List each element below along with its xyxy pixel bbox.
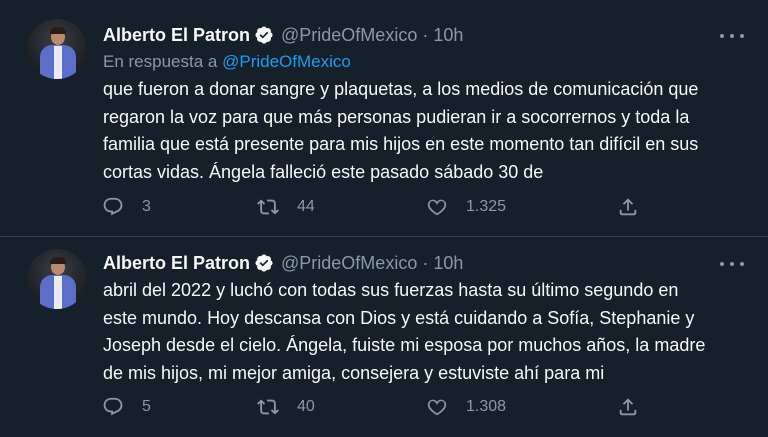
share-icon [619,198,637,216]
reply-context: En respuesta a @PrideOfMexico [103,52,351,72]
retweet-icon [257,399,279,415]
reply-button[interactable]: 5 [102,394,151,420]
tweet-text-line: de mis hijos, mi mejor amiga, consejera … [103,362,605,383]
tweet-text: abril del 2022 y luchó con todas sus fue… [103,277,743,387]
reply-count: 3 [142,198,151,215]
heart-icon [427,199,447,216]
separator: · [422,24,429,45]
reply-mention-link[interactable]: @PrideOfMexico [222,52,351,71]
tweet-text-line: que fueron a donar sangre y plaquetas, a… [103,79,699,99]
retweet-icon [257,199,279,215]
reply-icon [103,197,123,216]
reply-button[interactable]: 3 [102,194,151,220]
tweet-header: Alberto El Patron @PrideOfMexico · 10h [103,251,463,275]
like-button[interactable]: 1.308 [426,394,506,420]
avatar[interactable] [27,19,87,79]
tweet-text: que fueron a donar sangre y plaquetas, a… [103,76,743,186]
retweet-count: 44 [297,198,315,215]
more-icon[interactable] [720,29,744,43]
verified-badge-icon [254,25,274,45]
author-name[interactable]: Alberto El Patron [103,253,250,274]
retweet-button[interactable]: 44 [257,194,315,220]
tweet-text-line: regaron la voz para que más personas pud… [103,106,690,127]
more-icon[interactable] [720,257,744,271]
reply-icon [103,397,123,416]
like-count: 1.308 [466,398,507,415]
timestamp[interactable]: 10h [433,25,463,46]
reply-count: 5 [142,398,151,415]
avatar[interactable] [27,249,87,309]
tweet-text-line: cortas vidas. Ángela falleció este pasad… [103,161,544,182]
tweet-text-line: Joseph desde el cielo. Ángela, fuiste mi… [103,335,706,355]
author-name[interactable]: Alberto El Patron [103,25,250,46]
retweet-count: 40 [297,398,315,415]
tweet-actions: 3 44 1.325 [100,194,660,220]
share-button[interactable] [617,394,639,420]
tweet[interactable]: Alberto El Patron @PrideOfMexico · 10h E… [0,0,768,236]
tweet-header: Alberto El Patron @PrideOfMexico · 10h [103,23,463,47]
retweet-button[interactable]: 40 [257,394,315,420]
timestamp[interactable]: 10h [433,253,463,274]
reply-prefix: En respuesta a [103,52,218,71]
tweet-text-line: este mundo. Hoy descansa con Dios y está… [103,307,695,328]
author-handle[interactable]: @PrideOfMexico [281,253,417,274]
heart-icon [427,399,447,416]
tweet-actions: 5 40 1.308 [100,394,660,420]
tweet-text-line: familia que está presente para mis hijos… [103,134,699,154]
share-icon [619,398,637,416]
like-button[interactable]: 1.325 [426,194,506,220]
tweet-text-line: abril del 2022 y luchó con todas sus fue… [103,280,679,300]
like-count: 1.325 [466,198,507,215]
verified-badge-icon [254,253,274,273]
author-handle[interactable]: @PrideOfMexico [281,25,417,46]
separator: · [422,252,429,273]
share-button[interactable] [617,194,639,220]
tweet[interactable]: Alberto El Patron @PrideOfMexico · 10h a… [0,237,768,437]
